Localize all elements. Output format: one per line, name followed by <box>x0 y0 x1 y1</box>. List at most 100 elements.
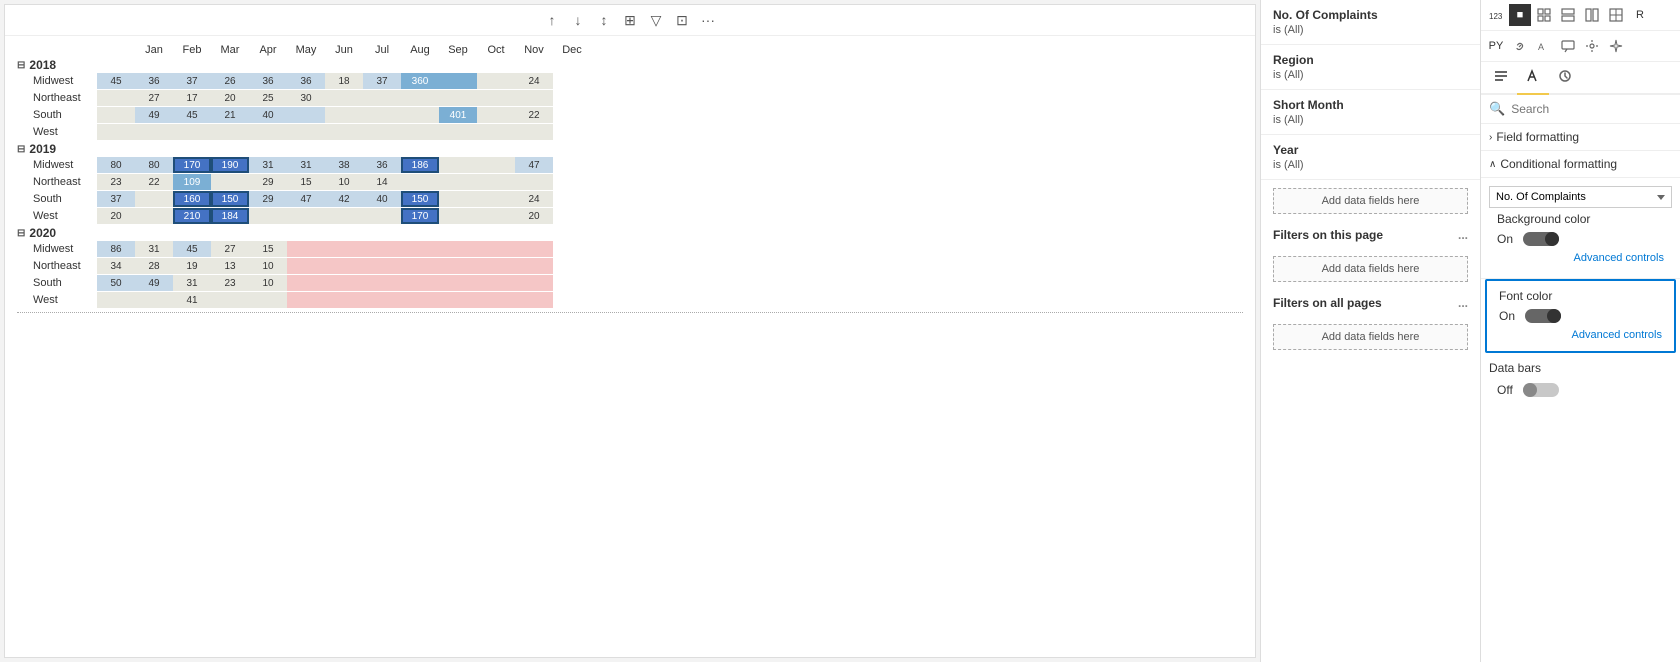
field-dropdown[interactable]: No. Of Complaints <box>1489 186 1672 208</box>
cell-2020-midwest-sep <box>401 241 439 257</box>
collapse-icon-2020: ⊟ <box>17 228 25 239</box>
bg-toggle[interactable] <box>1523 232 1559 246</box>
visualization-area: ↑ ↓ ↕ ⊞ ▽ ⊡ ··· Jan Feb Mar Apr May Jun … <box>4 4 1256 658</box>
region-row-2020-west: West 41 <box>17 292 1243 308</box>
cell-2019-northeast-mar: 109 <box>173 174 211 190</box>
bg-adv-controls-link[interactable]: Advanced controls <box>1489 250 1672 270</box>
cell-2018-west-apr <box>211 124 249 140</box>
cell-2020-northeast-dec <box>515 258 553 274</box>
region-row-2019-west: West 20 210 184 170 20 <box>17 208 1243 224</box>
search-input[interactable] <box>1511 102 1672 116</box>
tab-analytics[interactable] <box>1549 62 1581 95</box>
cell-2020-south-nov <box>477 275 515 291</box>
conditional-formatting-section[interactable]: ∧ Conditional formatting <box>1481 151 1680 178</box>
cell-2020-west-jun <box>287 292 325 308</box>
field-formatting-section[interactable]: › Field formatting <box>1481 124 1680 151</box>
cell-2019-northeast-sep <box>401 174 439 190</box>
cell-2020-midwest-mar: 45 <box>173 241 211 257</box>
cell-2018-midwest-may: 36 <box>249 73 287 89</box>
font-toggle[interactable] <box>1525 309 1561 323</box>
cell-2018-northeast-sep <box>401 90 439 106</box>
grid-btn[interactable]: ⊞ <box>619 9 641 31</box>
cell-2020-midwest-jul <box>325 241 363 257</box>
tab-fields[interactable] <box>1485 62 1517 95</box>
cell-2018-south-may: 40 <box>249 107 287 123</box>
year-row-2018[interactable]: ⊟ 2018 <box>17 58 1243 72</box>
icon-toolbar-row1: 123 ■ R <box>1481 0 1680 31</box>
cell-2020-west-oct <box>439 292 477 308</box>
icon-123[interactable]: 123 <box>1485 4 1507 26</box>
cell-2019-midwest-aug: 36 <box>363 157 401 173</box>
sort-asc-btn[interactable]: ↑ <box>541 9 563 31</box>
year-row-2020[interactable]: ⊟ 2020 <box>17 226 1243 240</box>
filters-page-dots[interactable]: ... <box>1458 228 1468 242</box>
cell-2019-northeast-may: 29 <box>249 174 287 190</box>
icon-comment[interactable] <box>1557 35 1579 57</box>
year-row-2019[interactable]: ⊟ 2019 <box>17 142 1243 156</box>
icon-r-letter[interactable]: R <box>1629 4 1651 26</box>
cell-2019-midwest-jun: 31 <box>287 157 325 173</box>
cell-2019-midwest-may: 31 <box>249 157 287 173</box>
icon-grid1[interactable] <box>1533 4 1555 26</box>
region-row-2020-south: South 50 49 31 23 10 <box>17 275 1243 291</box>
font-color-title: Font color <box>1491 285 1670 305</box>
icon-sparkle[interactable] <box>1605 35 1627 57</box>
filter-visual-section: No. Of Complaints is (All) <box>1261 0 1480 45</box>
add-data-all-btn[interactable]: Add data fields here <box>1273 324 1468 350</box>
col-mar: Mar <box>211 44 249 56</box>
cell-2018-south-jan <box>97 107 135 123</box>
icon-table-square[interactable]: ■ <box>1509 4 1531 26</box>
icon-text[interactable]: A <box>1533 35 1555 57</box>
sort-desc-btn[interactable]: ↓ <box>567 9 589 31</box>
font-adv-controls-link[interactable]: Advanced controls <box>1491 327 1670 347</box>
cell-2018-west-mar <box>173 124 211 140</box>
cell-2020-west-dec <box>515 292 553 308</box>
icon-py[interactable]: PY <box>1485 35 1507 57</box>
year-label-2019[interactable]: ⊟ 2019 <box>17 142 97 156</box>
cell-2020-northeast-sep <box>401 258 439 274</box>
icon-link[interactable] <box>1509 35 1531 57</box>
cell-2018-midwest-jun: 36 <box>287 73 325 89</box>
cell-2019-west-sep: 170 <box>401 208 439 224</box>
cell-2018-northeast-apr: 20 <box>211 90 249 106</box>
data-bars-off-label: Off <box>1497 383 1517 397</box>
data-bars-toggle[interactable] <box>1523 383 1559 397</box>
cell-2018-west-sep <box>401 124 439 140</box>
cell-2019-midwest-apr: 190 <box>211 157 249 173</box>
format-panel: 123 ■ R PY A <box>1480 0 1680 662</box>
cell-2018-northeast-jun: 30 <box>287 90 325 106</box>
cell-2020-northeast-jan: 34 <box>97 258 135 274</box>
icon-grid2[interactable] <box>1557 4 1579 26</box>
icon-grid3[interactable] <box>1581 4 1603 26</box>
cell-2018-south-dec: 22 <box>515 107 553 123</box>
year-label-2020[interactable]: ⊟ 2020 <box>17 226 97 240</box>
expand-btn[interactable]: ↕ <box>593 9 615 31</box>
region-west-2020: West <box>17 294 97 306</box>
tab-format[interactable] <box>1517 62 1549 95</box>
icon-grid4[interactable] <box>1605 4 1627 26</box>
add-data-page-btn[interactable]: Add data fields here <box>1273 256 1468 282</box>
search-box[interactable]: 🔍 <box>1481 95 1680 124</box>
more-btn[interactable]: ··· <box>697 9 719 31</box>
cell-2019-midwest-jan: 80 <box>97 157 135 173</box>
add-data-visual-btn[interactable]: Add data fields here <box>1273 188 1468 214</box>
cell-2020-south-oct <box>439 275 477 291</box>
year-label-2018[interactable]: ⊟ 2018 <box>17 58 97 72</box>
filters-all-dots[interactable]: ... <box>1458 296 1468 310</box>
cell-2019-midwest-sep: 186 <box>401 157 439 173</box>
region-northeast-2020: Northeast <box>17 260 97 272</box>
cell-2020-west-feb <box>135 292 173 308</box>
cell-2019-west-dec: 20 <box>515 208 553 224</box>
col-may: May <box>287 44 325 56</box>
region-row-2018-west: West <box>17 124 1243 140</box>
cell-2018-northeast-aug <box>363 90 401 106</box>
region-northeast-2019: Northeast <box>17 176 97 188</box>
icon-settings[interactable] <box>1581 35 1603 57</box>
focus-btn[interactable]: ⊡ <box>671 9 693 31</box>
cell-2019-south-aug: 40 <box>363 191 401 207</box>
cell-2019-south-jul: 42 <box>325 191 363 207</box>
filter-btn[interactable]: ▽ <box>645 9 667 31</box>
cell-2020-midwest-feb: 31 <box>135 241 173 257</box>
region-row-2018-midwest: Midwest 45 36 37 26 36 36 18 37 360 24 <box>17 73 1243 89</box>
cell-2019-northeast-dec <box>515 174 553 190</box>
